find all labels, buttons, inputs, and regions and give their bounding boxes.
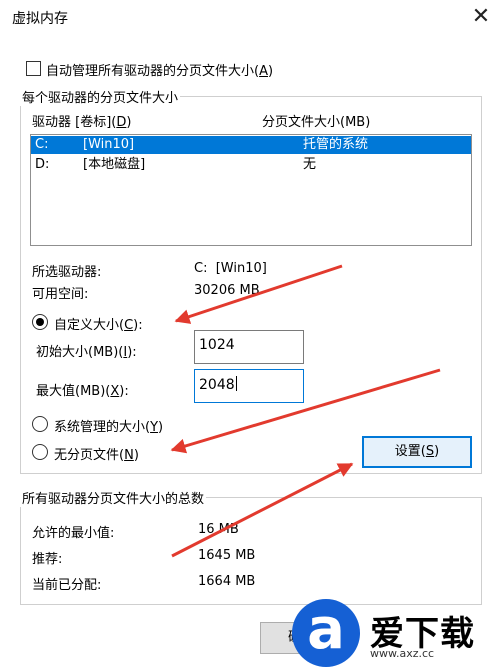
watermark-logo-icon: a — [292, 599, 360, 667]
annotation-arrows — [170, 264, 441, 558]
arrow-to-custom-size — [174, 264, 343, 324]
arrow-to-no-paging — [170, 368, 441, 454]
watermark-url: www.axz.cc — [370, 647, 435, 660]
arrow-to-set-button — [171, 462, 354, 558]
